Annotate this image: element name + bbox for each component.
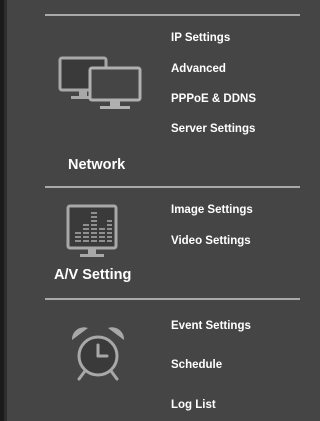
menu-item-log-list[interactable]: Log List [171,399,216,411]
menu-item-pppoe-ddns[interactable]: PPPoE & DDNS [171,93,256,105]
menu-item-server-settings[interactable]: Server Settings [171,123,255,135]
menu-item-schedule[interactable]: Schedule [171,359,222,371]
section-divider-av [45,186,300,188]
menu-item-advanced[interactable]: Advanced [171,63,226,75]
alarm-clock-icon [66,324,130,389]
settings-menu-panel [7,0,320,421]
menu-item-image-settings[interactable]: Image Settings [171,204,253,216]
menu-item-video-settings[interactable]: Video Settings [171,235,251,247]
section-title-network: Network [68,157,126,173]
network-computers-icon [58,56,146,117]
section-divider-events [45,298,300,300]
section-title-av-setting: A/V Setting [54,267,132,283]
menu-item-event-settings[interactable]: Event Settings [171,320,251,332]
menu-item-ip-settings[interactable]: IP Settings [171,32,230,44]
section-divider-top [45,14,300,16]
av-equalizer-monitor-icon [66,204,118,269]
